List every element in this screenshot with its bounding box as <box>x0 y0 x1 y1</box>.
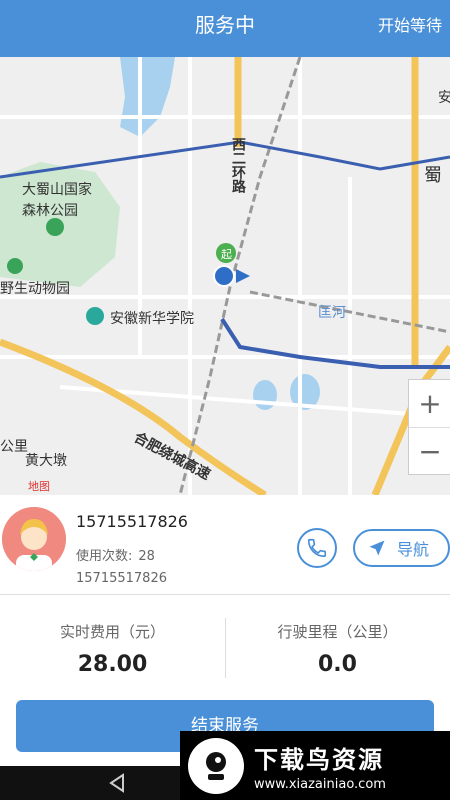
map-label-an: 安 <box>438 90 450 106</box>
phone-icon <box>307 538 327 558</box>
watermark-logo-icon <box>188 737 244 794</box>
screen: 服务中 开始等待 起 大蜀山国家 森林公园 野生动物园 安徽新华学院 西二环路 … <box>0 0 450 800</box>
current-location-marker <box>213 265 235 287</box>
start-waiting-button[interactable]: 开始等待 <box>378 12 450 36</box>
zoom-out-button[interactable]: − <box>409 428 450 475</box>
customer-phone-secondary: 15715517826 <box>76 571 167 586</box>
avatar-person-icon <box>2 507 66 571</box>
zoom-control: + − <box>408 379 450 475</box>
svg-text:起: 起 <box>221 248 232 261</box>
avatar <box>2 507 66 571</box>
fee-label: 实时费用（元） <box>59 623 165 641</box>
watermark: 下载鸟资源 www.xiazainiao.com <box>180 731 450 800</box>
watermark-text: 下载鸟资源 www.xiazainiao.com <box>254 740 386 792</box>
customer-phone: 15715517826 <box>76 512 188 531</box>
map-canvas: 起 <box>0 57 450 495</box>
map-label-road: 西二环路 <box>230 137 246 193</box>
back-icon[interactable] <box>107 773 127 793</box>
zoom-in-button[interactable]: + <box>409 380 450 427</box>
watermark-title: 下载鸟资源 <box>254 745 384 774</box>
navigation-arrow-icon <box>369 540 385 556</box>
header-bar: 服务中 开始等待 <box>0 0 450 57</box>
map-label-river: 匡河 <box>318 305 346 321</box>
navigation-button[interactable]: 导航 <box>353 529 450 567</box>
navigation-label: 导航 <box>397 540 430 559</box>
map-label-wildlife: 野生动物园 <box>0 281 70 297</box>
map-label-huangdadun: 黄大墩 <box>25 453 67 469</box>
usage-count: 28 <box>138 549 155 564</box>
fee-stat: 实时费用（元） 28.00 <box>0 596 225 690</box>
fee-value: 28.00 <box>77 652 148 677</box>
map-label-park: 大蜀山国家 <box>22 182 92 198</box>
usage-info: 使用次数: 28 <box>76 545 155 564</box>
map-label-shu: 蜀 <box>424 165 442 186</box>
map-label-km: 公里 <box>0 439 28 455</box>
distance-label: 行驶里程（公里） <box>277 623 398 641</box>
map-label-college: 安徽新华学院 <box>110 311 194 327</box>
map-view[interactable]: 起 大蜀山国家 森林公园 野生动物园 安徽新华学院 西二环路 合肥绕城高速 黄大… <box>0 57 450 495</box>
distance-stat: 行驶里程（公里） 0.0 <box>225 596 450 690</box>
trip-stats: 实时费用（元） 28.00 行驶里程（公里） 0.0 <box>0 596 450 690</box>
call-button[interactable] <box>297 528 337 568</box>
watermark-url: www.xiazainiao.com <box>254 776 386 792</box>
customer-panel: 15715517826 使用次数: 28 15715517826 导航 <box>0 495 450 595</box>
map-label-park-2: 森林公园 <box>22 203 78 219</box>
distance-value: 0.0 <box>318 652 357 677</box>
usage-label: 使用次数: <box>76 549 133 564</box>
baidu-logo: 地图 <box>28 480 50 493</box>
